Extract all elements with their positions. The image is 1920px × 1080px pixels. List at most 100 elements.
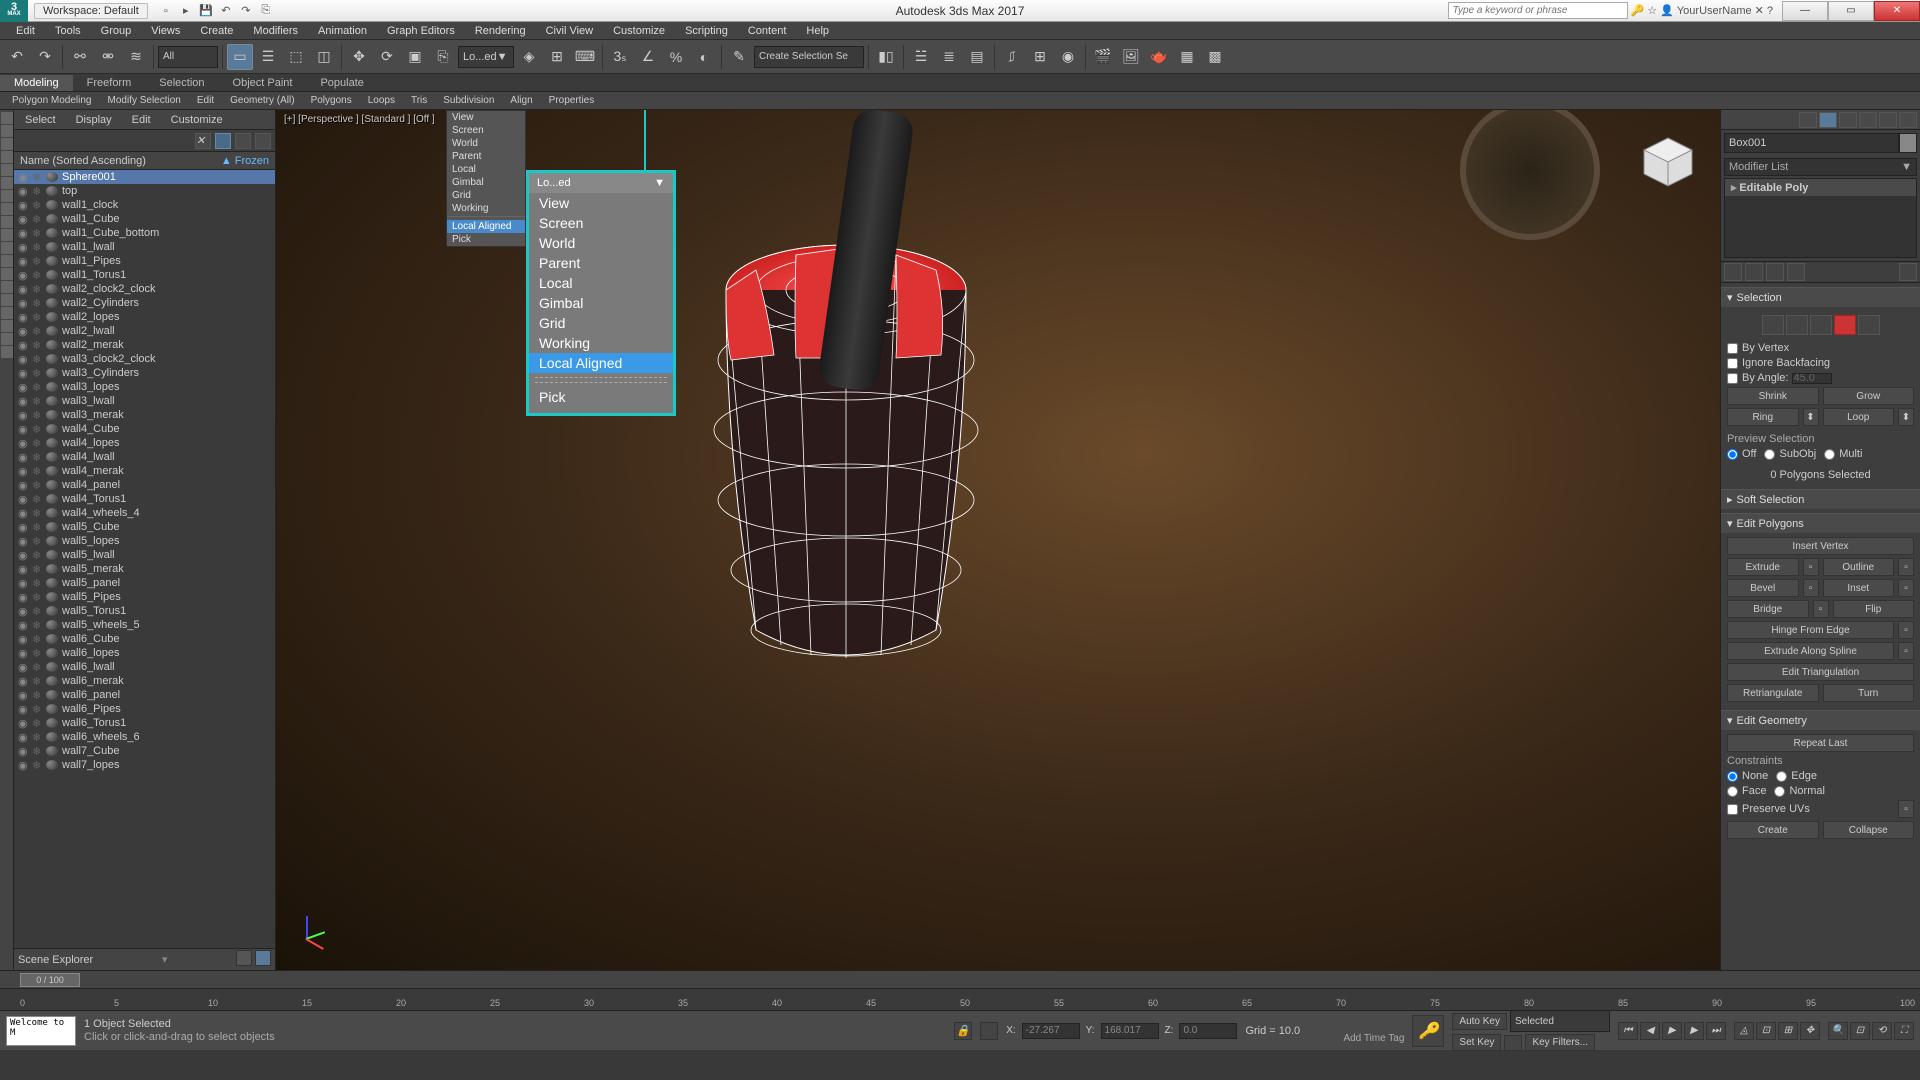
scene-item[interactable]: ◉❄wall6_lwall xyxy=(14,660,275,674)
scene-item[interactable]: ◉❄wall6_merak xyxy=(14,674,275,688)
render-prod-button[interactable]: ▦ xyxy=(1174,44,1200,70)
nav-icon[interactable]: ◬ xyxy=(1734,1022,1754,1040)
ribbon-panel-subdivision[interactable]: Subdivision xyxy=(435,94,502,107)
help-search-input[interactable] xyxy=(1448,2,1628,19)
hinge-settings[interactable]: ▫ xyxy=(1898,621,1914,639)
lt-icon[interactable] xyxy=(1,294,13,306)
bevel-settings[interactable]: ▫ xyxy=(1803,579,1819,597)
inset-settings[interactable]: ▫ xyxy=(1898,579,1914,597)
named-selection-set[interactable]: Create Selection Se xyxy=(754,46,864,68)
menu-scripting[interactable]: Scripting xyxy=(677,23,736,39)
scene-item[interactable]: ◉❄Sphere001 xyxy=(14,170,275,184)
goto-start-icon[interactable]: ⏮ xyxy=(1618,1022,1638,1040)
outline-settings[interactable]: ▫ xyxy=(1898,558,1914,576)
keyfilters-button[interactable]: Key Filters... xyxy=(1525,1034,1595,1051)
vertex-so-icon[interactable] xyxy=(1762,315,1784,335)
scene-item[interactable]: ◉❄wall6_wheels_6 xyxy=(14,730,275,744)
exp-select[interactable]: Select xyxy=(18,113,63,127)
unlink-button[interactable]: ⚮ xyxy=(95,44,121,70)
scene-item[interactable]: ◉❄wall2_lwall xyxy=(14,324,275,338)
refsys-option[interactable]: Parent xyxy=(447,150,525,163)
edit-tri-button[interactable]: Edit Triangulation xyxy=(1727,663,1914,681)
unique-icon[interactable] xyxy=(1766,263,1784,281)
scene-item[interactable]: ◉❄wall7_Cube xyxy=(14,744,275,758)
redo-button[interactable]: ↷ xyxy=(32,44,58,70)
refsys-option[interactable]: View xyxy=(447,111,525,124)
scene-item[interactable]: ◉❄wall4_lwall xyxy=(14,450,275,464)
col-name[interactable]: Name (Sorted Ascending) xyxy=(20,155,146,167)
loop-button[interactable]: Loop xyxy=(1823,408,1895,426)
lt-icon[interactable] xyxy=(1,216,13,228)
inset-button[interactable]: Inset xyxy=(1823,579,1895,597)
exp-filter-icon[interactable] xyxy=(215,133,231,149)
ribbon-tab-modeling[interactable]: Modeling xyxy=(0,75,73,91)
rotate-button[interactable]: ⟳ xyxy=(374,44,400,70)
scene-item[interactable]: ◉❄wall6_lopes xyxy=(14,646,275,660)
menu-edit[interactable]: Edit xyxy=(8,23,43,39)
ribbon-panel-loops[interactable]: Loops xyxy=(360,94,403,107)
keyboard-shortcut-button[interactable]: ⌨ xyxy=(572,44,598,70)
ribbon-panel-polygons[interactable]: Polygons xyxy=(303,94,360,107)
nav-icon[interactable]: ✥ xyxy=(1800,1022,1820,1040)
scene-item[interactable]: ◉❄wall2_lopes xyxy=(14,310,275,324)
motion-tab-icon[interactable] xyxy=(1859,112,1877,128)
lt-icon[interactable] xyxy=(1,203,13,215)
lt-icon[interactable] xyxy=(1,346,13,358)
viewport[interactable]: [+] [Perspective ] [Standard ] [Off ] Vi… xyxy=(276,110,1720,970)
scene-item[interactable]: ◉❄wall5_Cube xyxy=(14,520,275,534)
move-button[interactable]: ✥ xyxy=(346,44,372,70)
constraint-none[interactable]: None xyxy=(1727,770,1768,782)
hierarchy-tab-icon[interactable] xyxy=(1839,112,1857,128)
maxscript-listener[interactable]: Welcome to M xyxy=(6,1016,76,1046)
polygon-so-icon[interactable] xyxy=(1834,315,1856,335)
scene-item[interactable]: ◉❄wall4_Torus1 xyxy=(14,492,275,506)
scene-item[interactable]: ◉❄wall1_Cube_bottom xyxy=(14,226,275,240)
ribbon-tab-object paint[interactable]: Object Paint xyxy=(219,75,307,91)
ribbon-tab-selection[interactable]: Selection xyxy=(145,75,218,91)
ribbon-tab-freeform[interactable]: Freeform xyxy=(73,75,146,91)
bevel-button[interactable]: Bevel xyxy=(1727,579,1799,597)
scene-item[interactable]: ◉❄wall4_lopes xyxy=(14,436,275,450)
element-so-icon[interactable] xyxy=(1858,315,1880,335)
edit-named-sel-button[interactable]: ✎ xyxy=(726,44,752,70)
menu-group[interactable]: Group xyxy=(93,23,140,39)
ribbon-panel-tris[interactable]: Tris xyxy=(403,94,435,107)
lt-icon[interactable] xyxy=(1,151,13,163)
scene-item[interactable]: ◉❄wall4_panel xyxy=(14,478,275,492)
exp-foot-icon2[interactable] xyxy=(255,950,271,966)
render-iter-button[interactable]: ▩ xyxy=(1202,44,1228,70)
menu-content[interactable]: Content xyxy=(740,23,795,39)
object-color-swatch[interactable] xyxy=(1899,133,1917,153)
angle-snap-button[interactable]: ∠ xyxy=(635,44,661,70)
col-frozen[interactable]: ▲ Frozen xyxy=(221,155,269,167)
nav-icon[interactable]: ⊞ xyxy=(1778,1022,1798,1040)
nav-icon[interactable]: 🔍 xyxy=(1828,1022,1848,1040)
scene-item[interactable]: ◉❄wall4_wheels_4 xyxy=(14,506,275,520)
x-input[interactable] xyxy=(1022,1023,1080,1039)
add-time-tag[interactable]: Add Time Tag xyxy=(1343,1033,1404,1044)
bind-button[interactable]: ≋ xyxy=(123,44,149,70)
explorer-list[interactable]: ◉❄Sphere001◉❄top◉❄wall1_clock◉❄wall1_Cub… xyxy=(14,170,275,948)
material-editor-button[interactable]: ◉ xyxy=(1055,44,1081,70)
scene-item[interactable]: ◉❄wall5_Torus1 xyxy=(14,604,275,618)
infocenter-icon[interactable]: 🔑 xyxy=(1631,4,1645,17)
maximize-button[interactable]: ▭ xyxy=(1828,1,1874,21)
lt-icon[interactable] xyxy=(1,307,13,319)
modifier-item[interactable]: ▸ Editable Poly xyxy=(1725,179,1916,197)
scene-item[interactable]: ◉❄wall2_merak xyxy=(14,338,275,352)
refsys-option[interactable]: Screen xyxy=(447,124,525,137)
scene-item[interactable]: ◉❄wall1_Torus1 xyxy=(14,268,275,282)
username-label[interactable]: YourUserName xyxy=(1677,5,1752,17)
save-icon[interactable]: 💾 xyxy=(198,3,214,19)
scene-item[interactable]: ◉❄top xyxy=(14,184,275,198)
exp-view-icon[interactable] xyxy=(235,133,251,149)
menu-animation[interactable]: Animation xyxy=(310,23,375,39)
modify-tab-icon[interactable] xyxy=(1819,112,1837,128)
percent-snap-button[interactable]: % xyxy=(663,44,689,70)
flip-button[interactable]: Flip xyxy=(1833,600,1915,618)
new-icon[interactable]: ▫ xyxy=(158,3,174,19)
refsys-option[interactable]: Local Aligned xyxy=(447,220,525,233)
refsys-option[interactable]: World xyxy=(447,137,525,150)
menu-help[interactable]: Help xyxy=(798,23,837,39)
repeat-last-button[interactable]: Repeat Last xyxy=(1727,734,1914,752)
